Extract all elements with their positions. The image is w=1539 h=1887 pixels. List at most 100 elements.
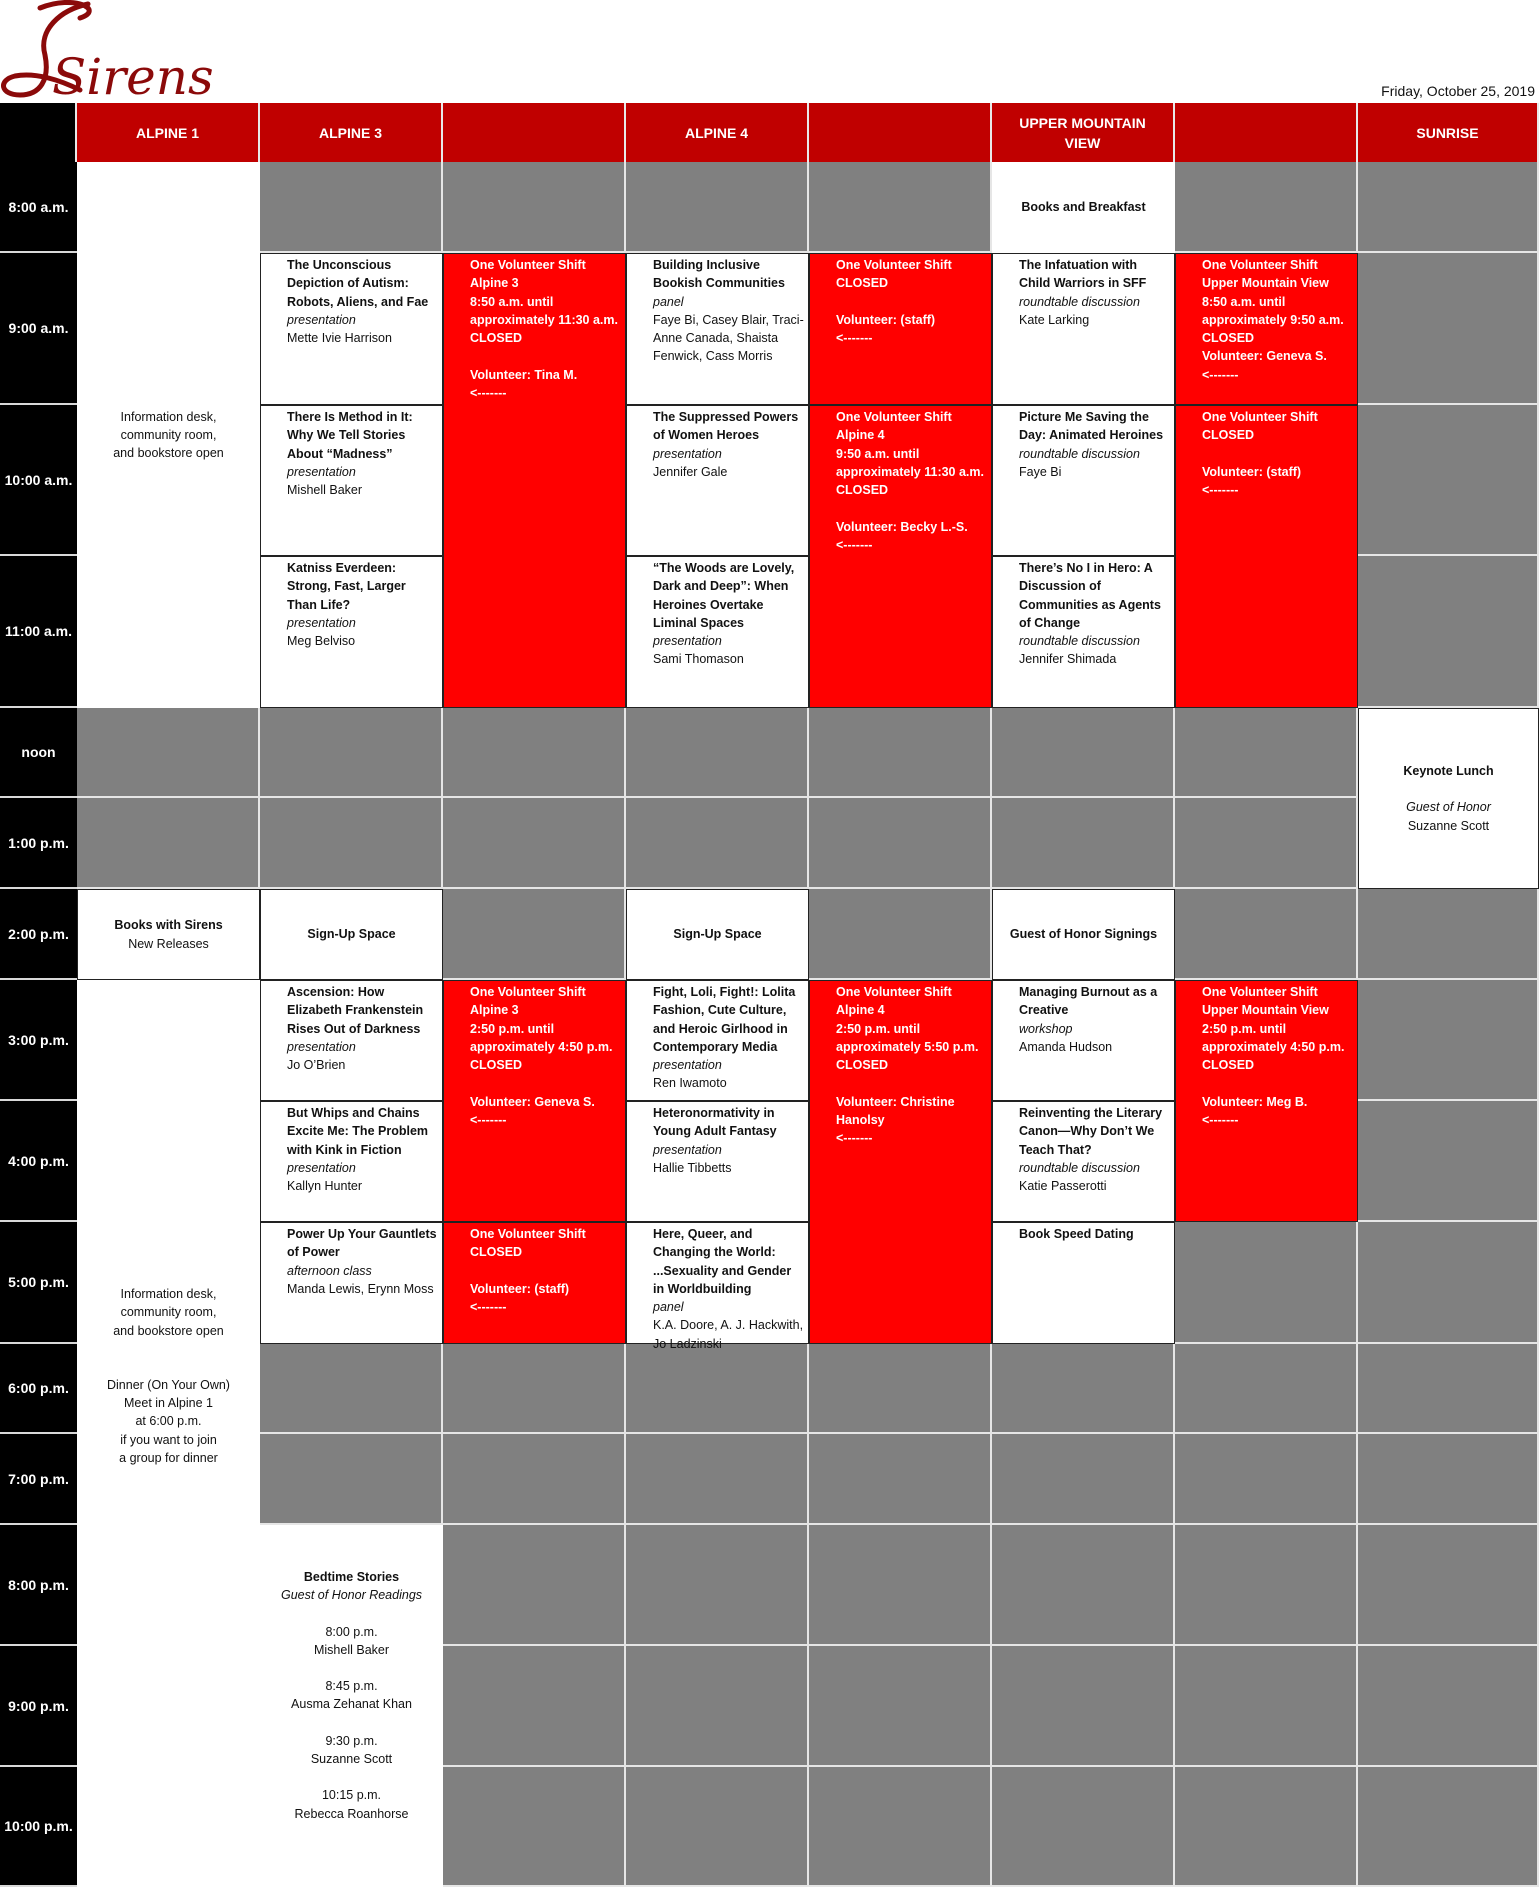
session-presenters: Mette Ivie Harrison — [287, 331, 392, 346]
dinner-line: Meet in Alpine 1 — [124, 1396, 213, 1411]
session-cell[interactable]: But Whips and Chains Excite Me: The Prob… — [260, 1101, 443, 1222]
unscheduled-cell — [626, 798, 809, 889]
guest-of-honor-signings[interactable]: Guest of Honor Signings — [992, 889, 1175, 980]
unscheduled-cell — [1358, 1101, 1539, 1222]
unscheduled-cell — [809, 1767, 992, 1887]
session-cell[interactable]: Fight, Loli, Fight!: Lolita Fashion, Cut… — [626, 980, 809, 1101]
event-speaker: Suzanne Scott — [1407, 818, 1490, 833]
unscheduled-cell — [809, 1434, 992, 1525]
volunteer-shift[interactable]: One Volunteer Shift Alpine 4 2:50 p.m. u… — [809, 980, 992, 1344]
unscheduled-cell — [1175, 1525, 1358, 1646]
volunteer-shift[interactable]: One Volunteer Shift CLOSED Volunteer: (s… — [809, 253, 992, 405]
info-line: Information desk, — [120, 1287, 217, 1301]
session-cell[interactable]: “The Woods are Lovely, Dark and Deep”: W… — [626, 556, 809, 708]
session-cell[interactable]: The Infatuation with Child Warriors in S… — [992, 253, 1175, 405]
books-with-sirens[interactable]: Books with Sirens New Releases — [77, 889, 260, 980]
unscheduled-cell — [1358, 1344, 1539, 1434]
unscheduled-cell — [260, 1434, 443, 1525]
unscheduled-cell — [992, 708, 1175, 798]
session-cell[interactable]: The Suppressed Powers of Women Heroes pre… — [626, 405, 809, 556]
event-title: Guest of Honor Signings — [1009, 927, 1158, 942]
unscheduled-cell — [992, 1434, 1175, 1525]
unscheduled-cell — [443, 162, 626, 253]
session-cell[interactable]: Here, Queer, and Changing the World: ...… — [626, 1222, 809, 1351]
session-cell[interactable]: Reinventing the Literary Canon—Why Don’t… — [992, 1101, 1175, 1222]
session-title: Heteronormativity in Young Adult Fantasy — [653, 1106, 777, 1139]
reading-time: 8:00 p.m. — [325, 1624, 378, 1639]
unscheduled-cell — [809, 1646, 992, 1767]
unscheduled-cell — [443, 1767, 626, 1887]
time-label: 11:00 a.m. — [0, 556, 77, 708]
room-header: ALPINE 3 — [260, 103, 443, 162]
session-type: roundtable discussion — [1019, 634, 1140, 649]
unscheduled-cell — [626, 1434, 809, 1525]
session-presenters: Kallyn Hunter — [287, 1179, 363, 1194]
reading-author: Rebecca Roanhorse — [294, 1806, 409, 1821]
session-cell[interactable]: Heteronormativity in Young Adult Fantasy… — [626, 1101, 809, 1222]
session-cell[interactable]: Ascension: How Elizabeth Frankenstein Ri… — [260, 980, 443, 1101]
reading-author: Suzanne Scott — [310, 1752, 393, 1767]
session-cell[interactable]: Building Inclusive Bookish Communities pa… — [626, 253, 809, 405]
session-cell[interactable]: The Unconscious Depiction of Autism: Rob… — [260, 253, 443, 405]
session-title: The Infatuation with Child Warriors in S… — [1019, 258, 1147, 291]
volunteer-shift[interactable]: One Volunteer Shift Alpine 3 8:50 a.m. u… — [443, 253, 626, 708]
session-presenters: Jennifer Gale — [653, 464, 728, 479]
sign-up-space-alpine3[interactable]: Sign-Up Space — [260, 889, 443, 980]
session-presenters: Manda Lewis, Erynn Moss — [287, 1281, 434, 1296]
unscheduled-cell — [809, 162, 992, 253]
time-label: 8:00 p.m. — [0, 1525, 77, 1646]
alpine1-info-desk-afternoon: Information desk, community room, and book… — [77, 980, 260, 1887]
time-label: 6:00 p.m. — [0, 1344, 77, 1434]
session-type: panel — [653, 1300, 684, 1315]
session-type: presentation — [287, 312, 356, 327]
dinner-line: if you want to join — [120, 1432, 217, 1447]
session-title: Katniss Everdeen: Strong, Fast, Larger T… — [287, 561, 406, 612]
volunteer-shift[interactable]: One Volunteer Shift CLOSED Volunteer: (s… — [443, 1222, 626, 1344]
session-cell[interactable]: Managing Burnout as a Creative workshop Am… — [992, 980, 1175, 1101]
volunteer-shift[interactable]: One Volunteer Shift Upper Mountain View … — [1175, 253, 1358, 405]
volunteer-shift[interactable]: One Volunteer Shift Alpine 4 9:50 a.m. u… — [809, 405, 992, 708]
session-presenters: Jo O’Brien — [287, 1058, 346, 1073]
session-title: The Suppressed Powers of Women Heroes — [653, 410, 799, 443]
volunteer-shift[interactable]: One Volunteer Shift Upper Mountain View … — [1175, 980, 1358, 1222]
event-title: Books with Sirens — [114, 918, 223, 933]
session-cell[interactable]: Picture Me Saving the Day: Animated Hero… — [992, 405, 1175, 556]
session-type: presentation — [653, 1058, 722, 1073]
unscheduled-cell — [1175, 889, 1358, 980]
session-cell[interactable]: There Is Method in It: Why We Tell Stori… — [260, 405, 443, 556]
keynote-lunch[interactable]: Keynote Lunch Guest of Honor Suzanne Scott — [1358, 708, 1539, 889]
books-and-breakfast[interactable]: Books and Breakfast — [992, 162, 1175, 253]
event-title: Books and Breakfast — [1021, 200, 1146, 215]
event-subtitle: Guest of Honor Readings — [280, 1588, 423, 1603]
session-type: presentation — [653, 634, 722, 649]
volunteer-shift[interactable]: One Volunteer Shift Alpine 3 2:50 p.m. u… — [443, 980, 626, 1222]
bedtime-stories[interactable]: Bedtime Stories Guest of Honor Readings 8:… — [260, 1525, 443, 1887]
session-presenters: Kate Larking — [1019, 312, 1090, 327]
unscheduled-cell — [443, 1525, 626, 1646]
room-header: SUNRISE — [1358, 103, 1539, 162]
alpine1-info-desk-morning: Information desk, community room, and book… — [77, 162, 260, 708]
session-presenters: Faye Bi, Casey Blair, Traci-Anne Canada,… — [653, 312, 804, 364]
info-line: community room, — [120, 427, 217, 442]
session-presenters: K.A. Doore, A. J. Hackwith, Jo Ladzinski — [653, 1318, 804, 1351]
reading-time: 10:15 p.m. — [321, 1788, 382, 1803]
unscheduled-cell — [1358, 889, 1539, 980]
session-cell[interactable]: Power Up Your Gauntlets of Power afternoo… — [260, 1222, 443, 1344]
session-cell[interactable]: Book Speed Dating — [992, 1222, 1175, 1344]
unscheduled-cell — [260, 1344, 443, 1434]
time-label: 3:00 p.m. — [0, 980, 77, 1101]
unscheduled-cell — [1175, 1434, 1358, 1525]
session-cell[interactable]: Katniss Everdeen: Strong, Fast, Larger T… — [260, 556, 443, 708]
unscheduled-cell — [626, 1344, 809, 1434]
info-line: and bookstore open — [113, 1323, 224, 1338]
volunteer-shift[interactable]: One Volunteer Shift CLOSED Volunteer: (s… — [1175, 405, 1358, 708]
time-label: 9:00 p.m. — [0, 1646, 77, 1767]
session-cell[interactable]: There’s No I in Hero: A Discussion of Co… — [992, 556, 1175, 708]
unscheduled-cell — [1358, 253, 1539, 405]
unscheduled-cell — [992, 1344, 1175, 1434]
unscheduled-cell — [1358, 556, 1539, 708]
session-title: Fight, Loli, Fight!: Lolita Fashion, Cut… — [653, 985, 796, 1054]
sign-up-space-alpine4[interactable]: Sign-Up Space — [626, 889, 809, 980]
unscheduled-cell — [1175, 1646, 1358, 1767]
session-title: There Is Method in It: Why We Tell Stori… — [287, 410, 413, 461]
